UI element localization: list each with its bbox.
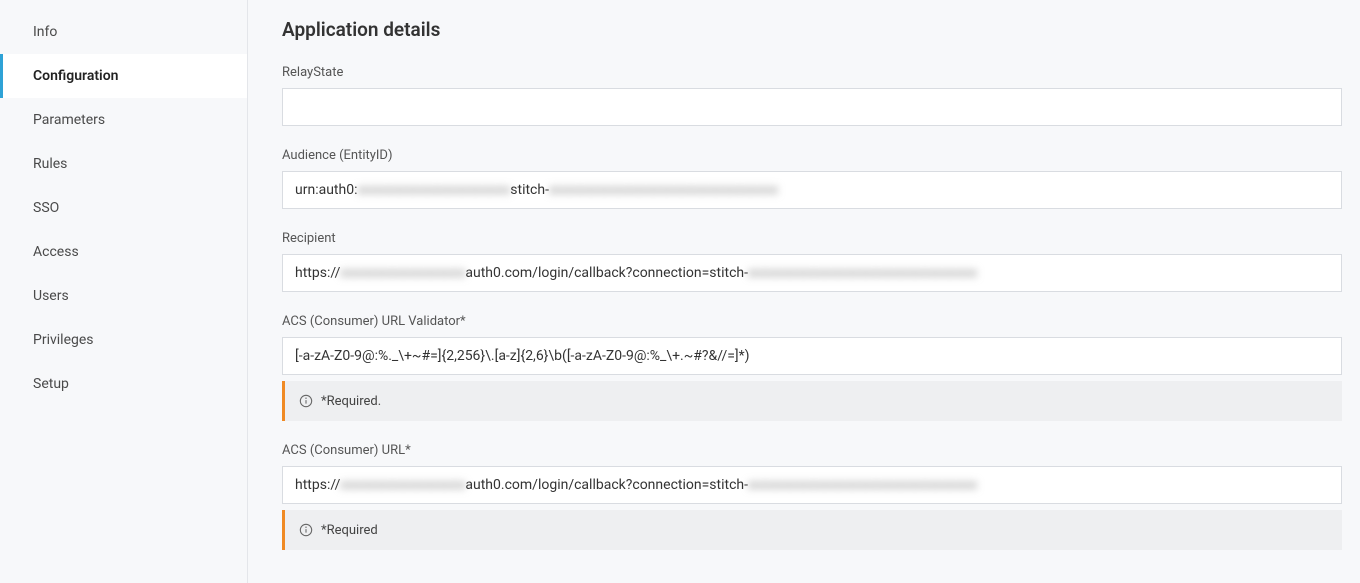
field-recipient: Recipient https:// xxxxxxxxxxxxxxxxxx au… [282,231,1342,292]
page-title: Application details [282,18,1342,41]
info-icon [299,523,313,537]
recipient-input[interactable]: https:// xxxxxxxxxxxxxxxxxx auth0.com/lo… [282,254,1342,292]
acs-url-helper: *Required [282,510,1342,550]
main-content: Application details RelayState Audience … [248,0,1360,583]
sidebar-item-label: Configuration [33,68,118,84]
sidebar-item-label: Privileges [33,332,94,348]
acs-validator-label: ACS (Consumer) URL Validator* [282,314,1342,329]
sidebar-item-access[interactable]: Access [0,230,247,274]
audience-value-mid: stitch- [510,182,549,198]
redacted-text: xxxxxxxxxxxxxxxxxx [340,477,465,493]
sidebar-item-label: Rules [33,156,67,172]
redacted-text: xxxxxxxxxxxxxxxxxx [340,265,465,281]
sidebar-item-label: Users [33,288,69,304]
info-icon [299,394,313,408]
sidebar-item-sso[interactable]: SSO [0,186,247,230]
relaystate-label: RelayState [282,65,1342,80]
field-audience: Audience (EntityID) urn:auth0: xxxxxxxxx… [282,148,1342,209]
acs-url-label: ACS (Consumer) URL* [282,443,1342,458]
sidebar-item-label: Access [33,244,79,260]
sidebar-item-label: Info [33,24,57,40]
recipient-value-mid: auth0.com/login/callback?connection=stit… [465,265,748,281]
recipient-label: Recipient [282,231,1342,246]
audience-value-prefix: urn:auth0: [295,182,357,198]
redacted-text: xxxxxxxxxxxxxxxxxxxxxxxxxxxxxxxxx [748,477,977,493]
recipient-value-prefix: https:// [295,265,340,281]
relaystate-input[interactable] [282,88,1342,126]
redacted-text: xxxxxxxxxxxxxxxxxxxxxxxxxxxxxxxxx [748,265,977,281]
acs-url-input[interactable]: https:// xxxxxxxxxxxxxxxxxx auth0.com/lo… [282,466,1342,504]
sidebar-item-rules[interactable]: Rules [0,142,247,186]
sidebar-item-info[interactable]: Info [0,10,247,54]
audience-label: Audience (EntityID) [282,148,1342,163]
acs-validator-helper: *Required. [282,381,1342,421]
field-acs-validator: ACS (Consumer) URL Validator* *Required. [282,314,1342,421]
sidebar-item-parameters[interactable]: Parameters [0,98,247,142]
acs-validator-input[interactable] [282,337,1342,375]
helper-text: *Required. [321,394,381,409]
sidebar-item-setup[interactable]: Setup [0,362,247,406]
sidebar-item-label: SSO [33,200,59,216]
redacted-text: xxxxxxxxxxxxxxxxxxxxxx [357,182,510,198]
helper-text: *Required [321,523,378,538]
sidebar-item-users[interactable]: Users [0,274,247,318]
field-acs-url: ACS (Consumer) URL* https:// xxxxxxxxxxx… [282,443,1342,550]
acs-url-value-prefix: https:// [295,477,340,493]
sidebar: Info Configuration Parameters Rules SSO … [0,0,248,583]
redacted-text: xxxxxxxxxxxxxxxxxxxxxxxxxxxxxxxxx [549,182,778,198]
sidebar-item-label: Setup [33,376,69,392]
sidebar-item-privileges[interactable]: Privileges [0,318,247,362]
sidebar-item-configuration[interactable]: Configuration [0,54,247,98]
acs-url-value-mid: auth0.com/login/callback?connection=stit… [465,477,748,493]
field-relaystate: RelayState [282,65,1342,126]
audience-input[interactable]: urn:auth0: xxxxxxxxxxxxxxxxxxxxxx stitch… [282,171,1342,209]
sidebar-item-label: Parameters [33,112,105,128]
